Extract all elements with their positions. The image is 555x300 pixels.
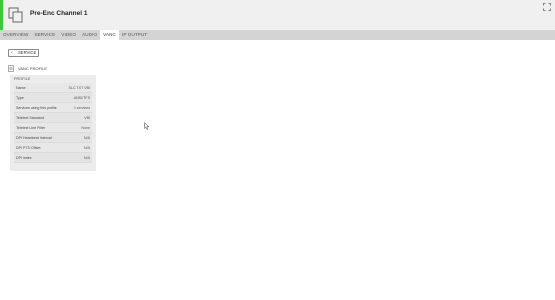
row-value: N/A <box>84 156 90 160</box>
tab-video[interactable]: VIDEO <box>58 30 79 40</box>
section-label: VANC PROFILE <box>18 66 48 71</box>
header-bar: Pre-Enc Channel 1 <box>0 0 555 30</box>
table-row: Services using this profile 1 services <box>14 103 92 113</box>
panel-label: PROFILE <box>14 77 31 81</box>
profile-panel: PROFILE Name SLC TXT VBI Type ANSI/TFS Ser… <box>10 75 96 171</box>
back-to-service-button[interactable]: ‹ SERVICE <box>8 49 39 57</box>
document-icon <box>8 65 14 72</box>
back-button-label: SERVICE <box>18 50 37 55</box>
row-key: Teletext Standard <box>16 116 44 120</box>
row-value: VBI <box>84 116 90 120</box>
mouse-cursor-icon <box>144 122 150 130</box>
table-row: DPI Heartbeat Interval N/A <box>14 133 92 143</box>
status-accent-bar <box>0 0 3 30</box>
row-key: Type <box>16 96 24 100</box>
tab-vanc[interactable]: VANC <box>100 30 119 40</box>
profile-table: Name SLC TXT VBI Type ANSI/TFS Services us… <box>14 83 92 163</box>
row-value: ANSI/TFS <box>73 96 90 100</box>
chevron-left-icon: ‹ <box>11 50 13 56</box>
table-row: DPI PTS Offset N/A <box>14 143 92 153</box>
table-row: Type ANSI/TFS <box>14 93 92 103</box>
row-value: 1 services <box>73 106 90 110</box>
copy-pages-icon <box>8 7 23 23</box>
row-value: N/A <box>84 146 90 150</box>
row-key: DPI PTS Offset <box>16 146 41 150</box>
row-value: N/A <box>84 136 90 140</box>
row-key: Services using this profile <box>16 106 57 110</box>
row-value: None <box>81 126 90 130</box>
tab-ip-output[interactable]: IP OUTPUT <box>119 30 150 40</box>
row-key: DPI index <box>16 156 32 160</box>
tab-bar: OVERVIEW SERVICE VIDEO AUDIO VANC IP OUT… <box>0 30 555 40</box>
table-row: DPI index N/A <box>14 153 92 163</box>
expand-arrows-icon[interactable] <box>543 3 551 11</box>
tab-audio[interactable]: AUDIO <box>79 30 100 40</box>
table-row: Teletext Line Filter None <box>14 123 92 133</box>
row-value: SLC TXT VBI <box>68 86 90 90</box>
row-key: DPI Heartbeat Interval <box>16 136 52 140</box>
table-row: Name SLC TXT VBI <box>14 83 92 93</box>
row-key: Name <box>16 86 26 90</box>
tab-overview[interactable]: OVERVIEW <box>0 30 31 40</box>
tab-service[interactable]: SERVICE <box>31 30 58 40</box>
table-row: Teletext Standard VBI <box>14 113 92 123</box>
page-title: Pre-Enc Channel 1 <box>30 10 88 17</box>
row-key: Teletext Line Filter <box>16 126 46 130</box>
